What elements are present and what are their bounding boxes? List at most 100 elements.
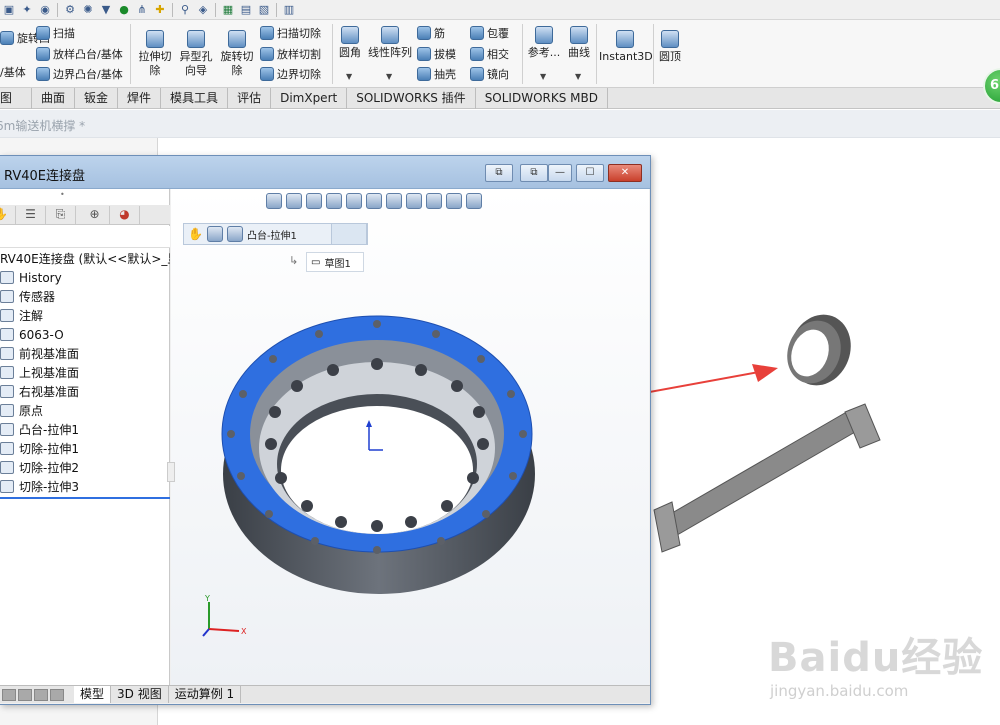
- loft-button[interactable]: 放样凸台/基体: [36, 46, 123, 62]
- crossbar-model[interactable]: [653, 403, 881, 553]
- tab-model[interactable]: 模型: [74, 686, 112, 703]
- tab-mbd[interactable]: SOLIDWORKS MBD: [476, 88, 608, 109]
- tree-item-history[interactable]: History: [0, 268, 62, 287]
- tree-item-material[interactable]: 6063-O: [0, 325, 64, 344]
- loft-cut-button[interactable]: 放样切割: [260, 46, 321, 62]
- shell-button[interactable]: 抽壳: [417, 66, 456, 82]
- tree-item-right-plane[interactable]: 右视基准面: [0, 382, 79, 401]
- instant3d-button[interactable]: Instant3D: [599, 30, 653, 64]
- dome-button[interactable]: 圆顶: [656, 30, 684, 64]
- display-manager-tab[interactable]: ◕: [110, 206, 140, 224]
- zoom-area-icon[interactable]: [286, 193, 302, 209]
- plugin-icon[interactable]: ✚: [151, 2, 169, 18]
- curves-button[interactable]: 曲线: [566, 26, 592, 60]
- tree-item-front-plane[interactable]: 前视基准面: [0, 344, 79, 363]
- tab-mold-tools[interactable]: 模具工具: [161, 88, 229, 109]
- location-icon[interactable]: ●: [115, 2, 133, 18]
- tree-item-boss-extrude1[interactable]: 凸台-拉伸1: [0, 420, 79, 439]
- tree-filter[interactable]: [0, 226, 170, 248]
- excel-icon[interactable]: ▦: [219, 2, 237, 18]
- hand-icon[interactable]: ✋: [188, 227, 203, 241]
- window-title-bar[interactable]: RV40E连接盘 ⧉ ⧉ — ☐ ✕: [0, 156, 650, 189]
- first-tab-button[interactable]: [2, 688, 16, 701]
- splitter-handle-icon[interactable]: •: [60, 190, 65, 199]
- image-icon[interactable]: ▧: [255, 2, 273, 18]
- wrap-button[interactable]: 包覆: [470, 25, 509, 41]
- tab-addins[interactable]: SOLIDWORKS 插件: [347, 88, 476, 109]
- tab-motion-study[interactable]: 运动算例 1: [169, 686, 242, 703]
- next-tab-button[interactable]: [34, 688, 48, 701]
- property-manager-tab[interactable]: ☰: [16, 206, 46, 224]
- boundary-cut-button[interactable]: 边界切除: [260, 66, 321, 82]
- intersect-button[interactable]: 相交: [470, 46, 509, 62]
- pattern-dropdown-icon[interactable]: ▼: [386, 72, 392, 81]
- panel-collapse-handle[interactable]: [167, 462, 175, 482]
- part-icon[interactable]: [206, 226, 223, 242]
- extrude-cut-button[interactable]: 拉伸切 除: [137, 30, 173, 78]
- tree-item-cut-extrude2[interactable]: 切除-拉伸2: [0, 458, 79, 477]
- ring-part-model[interactable]: [211, 284, 541, 604]
- boundary-boss-button[interactable]: 边界凸台/基体: [36, 66, 123, 82]
- apply-scene-icon[interactable]: [446, 193, 462, 209]
- minimize-button[interactable]: —: [548, 164, 572, 182]
- previous-view-icon[interactable]: [306, 193, 322, 209]
- display-style-icon[interactable]: [386, 193, 402, 209]
- edit-appearance-icon[interactable]: [426, 193, 442, 209]
- tree-item-sensors[interactable]: 传感器: [0, 287, 55, 306]
- zoom-to-fit-icon[interactable]: [266, 193, 282, 209]
- options-gear-icon[interactable]: ⚙: [61, 2, 79, 18]
- dynamic-annotation-icon[interactable]: [346, 193, 362, 209]
- close-button[interactable]: ✕: [608, 164, 642, 182]
- prev-tab-button[interactable]: [18, 688, 32, 701]
- list-icon[interactable]: ▥: [280, 2, 298, 18]
- linear-pattern-button[interactable]: 线性阵列: [367, 26, 413, 60]
- tab-weldments[interactable]: 焊件: [118, 88, 162, 109]
- dimxpert-manager-tab[interactable]: ⊕: [80, 206, 110, 224]
- tab-dimxpert[interactable]: DimXpert: [271, 88, 348, 109]
- tree-item-cut-extrude1[interactable]: 切除-拉伸1: [0, 439, 79, 458]
- draft-button[interactable]: 拔模: [417, 46, 456, 62]
- view-settings-icon[interactable]: [466, 193, 482, 209]
- feature-icon[interactable]: [226, 226, 243, 242]
- breadcrumb-sketch[interactable]: ▭ 草图1: [306, 252, 364, 272]
- tree-root-part[interactable]: RV40E连接盘 (默认<<默认>_显: [0, 249, 170, 268]
- restore-down-button[interactable]: ⧉: [485, 164, 513, 182]
- filter-icon[interactable]: ▼: [97, 2, 115, 18]
- rollback-bar[interactable]: [0, 497, 170, 499]
- printer-icon[interactable]: ▤: [237, 2, 255, 18]
- sweep-cut-button[interactable]: 扫描切除: [260, 25, 321, 41]
- tab-evaluate[interactable]: 评估: [228, 88, 272, 109]
- tab-sheet-metal[interactable]: 钣金: [75, 88, 119, 109]
- settings-icon[interactable]: ✺: [79, 2, 97, 18]
- view-orientation-icon[interactable]: [366, 193, 382, 209]
- feature-manager-tab[interactable]: ✋: [0, 206, 16, 224]
- tree-item-top-plane[interactable]: 上视基准面: [0, 363, 79, 382]
- rib-button[interactable]: 筋: [417, 25, 445, 41]
- breadcrumb-feature[interactable]: 凸台-拉伸1: [247, 227, 297, 242]
- dimension-icon[interactable]: ⋔: [133, 2, 151, 18]
- tab-sketch[interactable]: 草图: [0, 88, 32, 109]
- hide-show-items-icon[interactable]: [406, 193, 422, 209]
- tree-item-annotations[interactable]: 注解: [0, 306, 43, 325]
- search-icon[interactable]: ⚲: [176, 2, 194, 18]
- tree-item-cut-extrude3[interactable]: 切除-拉伸3: [0, 477, 79, 496]
- mirror-button[interactable]: 镜向: [470, 66, 509, 82]
- graphics-viewport[interactable]: ✋ 凸台-拉伸1 ▭ 草图1 ↳ Y X: [167, 189, 649, 685]
- small-ring-model[interactable]: [779, 306, 861, 394]
- revolve-cut-button[interactable]: 旋转切 除: [218, 30, 256, 78]
- sweep-button[interactable]: 扫描: [36, 25, 75, 41]
- tab-surfaces[interactable]: 曲面: [32, 88, 76, 109]
- maximize-button[interactable]: ☐: [576, 164, 604, 182]
- palette-icon[interactable]: ◈: [194, 2, 212, 18]
- breadcrumb-end[interactable]: [331, 223, 367, 245]
- assembly-icon[interactable]: ✦: [18, 2, 36, 18]
- tile-button[interactable]: ⧉: [520, 164, 548, 182]
- section-view-icon[interactable]: [326, 193, 342, 209]
- configuration-manager-tab[interactable]: ⎘: [46, 206, 76, 224]
- reference-geometry-button[interactable]: 参考...: [526, 26, 562, 60]
- hole-wizard-button[interactable]: 异型孔 向导: [177, 30, 215, 78]
- tab-3d-view[interactable]: 3D 视图: [111, 686, 169, 703]
- fillet-dropdown-icon[interactable]: ▼: [346, 72, 352, 81]
- fillet-button[interactable]: 圆角: [337, 26, 363, 60]
- globe-icon[interactable]: ◉: [36, 2, 54, 18]
